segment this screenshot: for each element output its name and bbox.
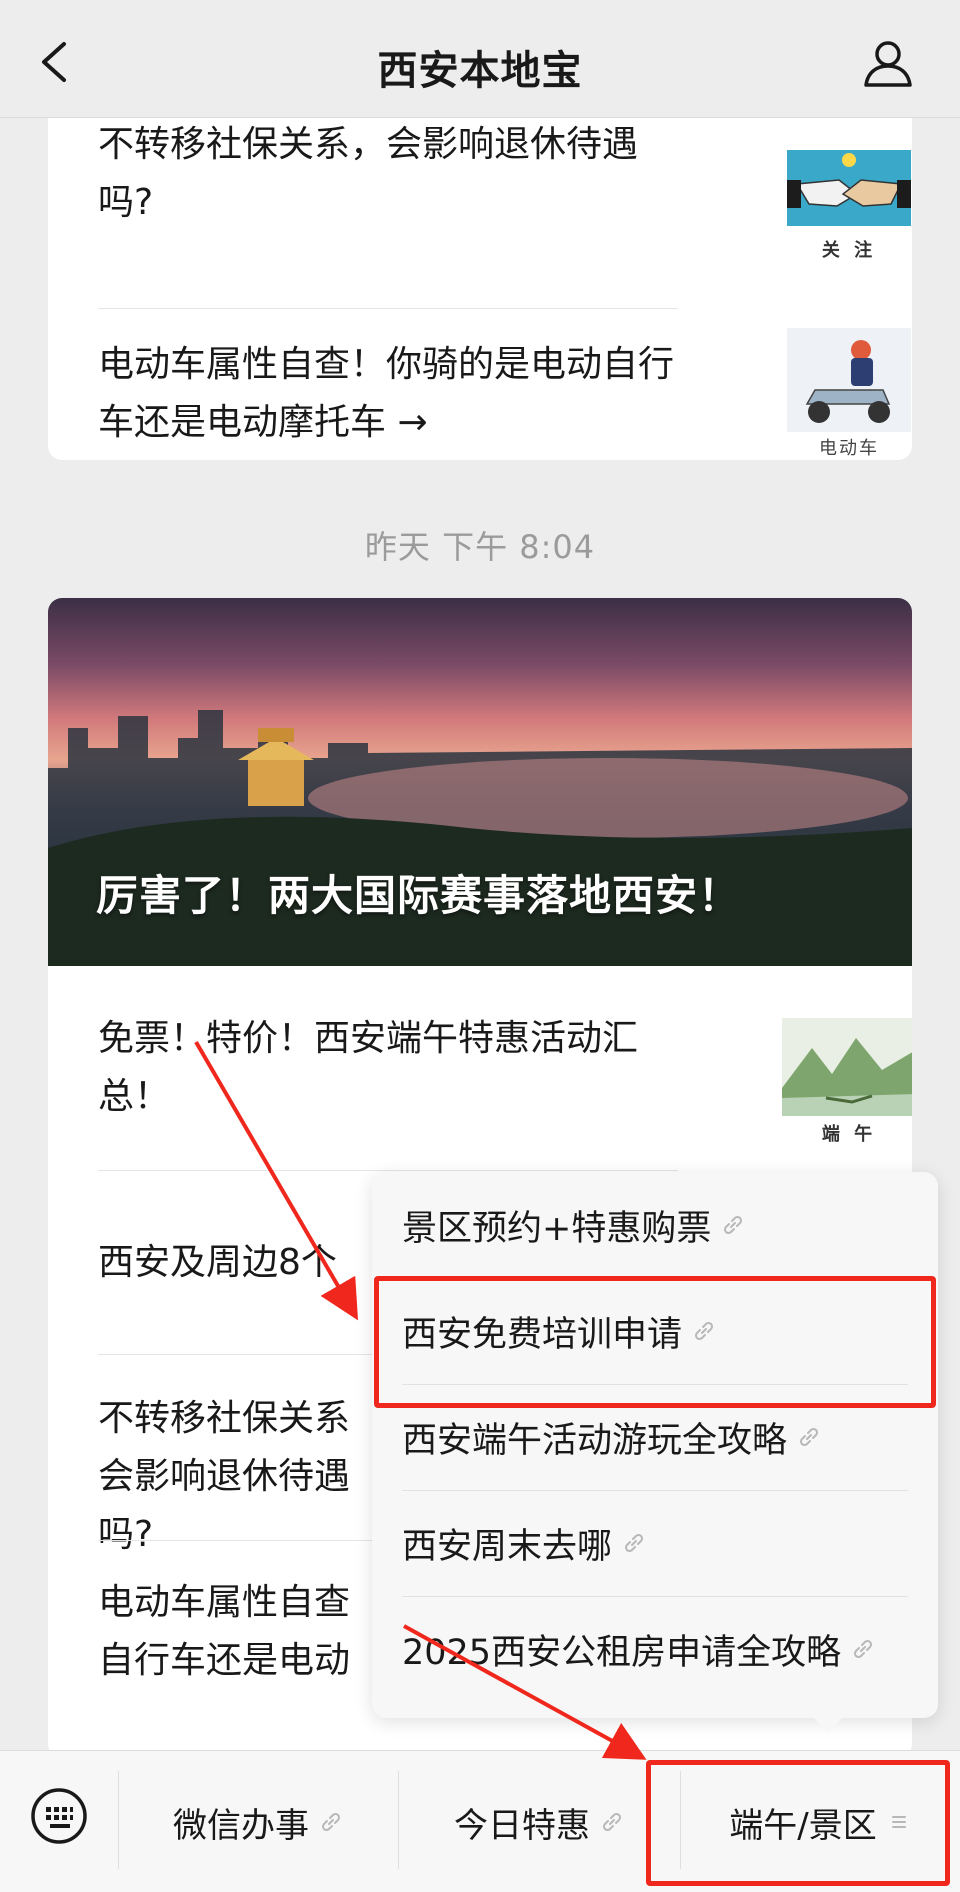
article-title: 不转移社保关系，会影响退休待遇吗? (98, 124, 639, 223)
submenu-item-label: 西安周末去哪 (402, 1526, 613, 1567)
menu-button-label: 微信办事 (173, 1805, 309, 1846)
article-title: 免票！特价！西安端午特惠活动汇总！ (98, 1018, 639, 1117)
submenu-item-label: 西安端午活动游玩全攻略 (402, 1420, 788, 1461)
thumbnail-caption: 电动车 (819, 438, 879, 459)
article-thumbnail: 端 午 (782, 996, 912, 1146)
article-item[interactable]: 免票！特价！西安端午特惠活动汇总！ 端 午 (98, 966, 912, 1170)
submenu-item-label: 景区预约+特惠购票 (402, 1208, 712, 1249)
link-icon (602, 1812, 622, 1832)
menu-button-wechat-services[interactable]: 微信办事 (118, 1751, 398, 1892)
link-icon (624, 1533, 644, 1553)
keyboard-icon[interactable] (30, 1787, 88, 1845)
article-card: 不转移社保关系，会影响退休待遇吗? 关 注 电动车属性自查！你骑的是电动自行车还… (48, 118, 912, 460)
article-title: 电动车属性自查！你骑的是电动自行车还是电动摩托车 → (98, 344, 675, 443)
highlight-box-dragon-boat-scenic (646, 1760, 950, 1886)
article-thumbnail: 关 注 (782, 128, 912, 262)
message-timestamp: 昨天 下午 8:04 (364, 528, 596, 566)
article-item[interactable]: 不转移社保关系，会影响退休待遇吗? 关 注 (98, 118, 912, 308)
link-icon (321, 1812, 341, 1832)
thumbnail-caption: 端 午 (821, 1124, 877, 1145)
handshake-icon (787, 150, 911, 226)
hero-image[interactable]: 厉害了！两大国际赛事落地西安！ (48, 598, 912, 966)
dragon-boat-icon (782, 1018, 912, 1116)
top-nav-bar: 西安本地宝 (0, 0, 960, 118)
link-icon (724, 1215, 743, 1235)
submenu-item-label: 2025西安公租房申请全攻略 (402, 1632, 842, 1673)
submenu-item-scenic-booking[interactable]: 景区预约+特惠购票 (402, 1172, 908, 1278)
page-title: 西安本地宝 (377, 48, 583, 94)
menu-button-today-deals[interactable]: 今日特惠 (398, 1751, 680, 1892)
thumbnail-caption: 关 注 (821, 240, 877, 261)
highlight-box-free-training (374, 1276, 936, 1408)
article-item[interactable]: 电动车属性自查！你骑的是电动自行车还是电动摩托车 → 电动车 (98, 308, 912, 460)
menu-button-label: 今日特惠 (454, 1805, 590, 1846)
link-icon (854, 1639, 873, 1659)
submenu-item-public-housing[interactable]: 2025西安公租房申请全攻略 (402, 1596, 908, 1702)
link-icon (799, 1427, 819, 1447)
submenu-item-weekend[interactable]: 西安周末去哪 (402, 1490, 908, 1596)
hero-title: 厉害了！两大国际赛事落地西安！ (96, 871, 742, 920)
submenu-popup: 景区预约+特惠购票 西安免费培训申请 西安端午活动游玩全攻略 西安周末去哪 20… (372, 1172, 938, 1732)
user-profile-icon[interactable] (862, 38, 914, 88)
article-thumbnail: 电动车 (782, 326, 912, 460)
article-title: 电动车属性自查自行车还是电动 (98, 1582, 351, 1681)
article-title: 不转移社保关系会影响退休待遇吗? (98, 1398, 351, 1555)
scooter-icon (787, 328, 911, 432)
